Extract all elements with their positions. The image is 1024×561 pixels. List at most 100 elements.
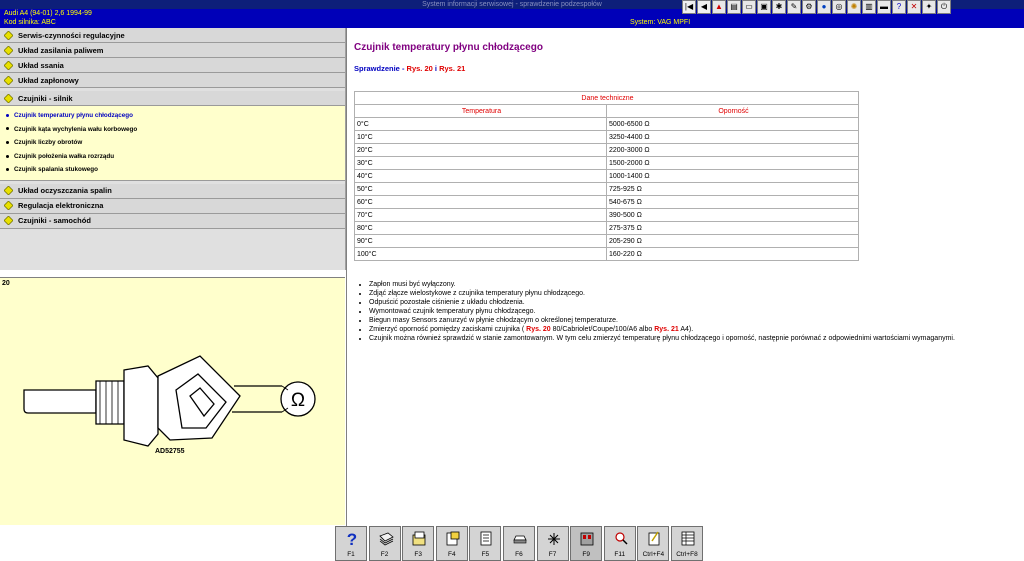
- f9-engine-button[interactable]: F9: [570, 526, 603, 561]
- category-bullet-icon: [4, 60, 13, 70]
- menu-category[interactable]: Czujniki - samochód: [0, 213, 345, 229]
- category-bullet-icon: [4, 186, 13, 196]
- figure-link-21[interactable]: Rys. 21: [439, 64, 465, 73]
- menu-category[interactable]: Układ oczyszczania spalin: [0, 183, 345, 199]
- note-icon: [648, 531, 660, 546]
- help-icon[interactable]: ?: [892, 0, 906, 14]
- list-icon: [480, 531, 492, 546]
- table-row: 10°C 3250-4400 Ω: [354, 130, 859, 144]
- engine-icon: [580, 532, 594, 546]
- bullet-icon: [6, 141, 9, 145]
- engine-code: Kod silnika: ABC: [4, 19, 56, 26]
- submenu-item-selected[interactable]: Czujnik temperatury płynu chłodzącego: [0, 109, 345, 123]
- menu-category[interactable]: Serwis-czynności regulacyjne: [0, 28, 345, 43]
- step-item: Odpuścić pozostałe ciśnienie z układu ch…: [369, 298, 1009, 307]
- step-item: Biegun masy Sensors zanurzyć w płynie ch…: [369, 316, 1009, 325]
- f5-list-button[interactable]: F5: [469, 526, 502, 561]
- table-row: 30°C 1500-2000 Ω: [354, 156, 859, 170]
- step-item: Wymontować czujnik temperatury płynu chł…: [369, 307, 1009, 316]
- f6-car-button[interactable]: F6: [502, 526, 535, 561]
- table-row: 80°C 275-375 Ω: [354, 221, 859, 235]
- submenu-item[interactable]: Czujnik liczby obrotów: [0, 136, 345, 150]
- print-icon[interactable]: ▥: [862, 0, 876, 14]
- step-item: Zapłon musi być wyłączony.: [369, 280, 1009, 289]
- menu-category[interactable]: Układ zasilania paliwem: [0, 43, 345, 58]
- car-icon[interactable]: ▭: [742, 0, 756, 14]
- submenu-item[interactable]: Czujnik kąta wychylenia wału korbowego: [0, 123, 345, 137]
- first-icon[interactable]: |◀: [682, 0, 696, 14]
- f7-tool-button[interactable]: F7: [536, 526, 569, 561]
- table-row: 60°C 540-675 Ω: [354, 195, 859, 209]
- spark-icon[interactable]: ✦: [922, 0, 936, 14]
- page-title: Czujnik temperatury płynu chłodzącego: [354, 42, 543, 53]
- document-icon: [446, 531, 460, 546]
- figure-panel: 20 Ω AD52755: [0, 277, 345, 525]
- step-item: Zmierzyć oporność pomiędzy zaciskami czu…: [369, 325, 1009, 334]
- table-row: 100°C 160-220 Ω: [354, 247, 859, 261]
- column-header-temperature: Temperatura: [354, 104, 607, 118]
- search-icon: [615, 532, 628, 545]
- submenu: Czujnik temperatury płynu chłodzącego Cz…: [0, 106, 345, 181]
- tech-data-table: Dane techniczne Temperatura Oporność 0°C 5…: [354, 91, 859, 261]
- help-icon: ?: [347, 530, 357, 547]
- step-item: Zdjąć złącze wielostykowe z czujnika tem…: [369, 289, 1009, 298]
- category-bullet-icon: [4, 201, 13, 211]
- bullet-icon: [6, 127, 9, 131]
- submenu-item[interactable]: Czujnik spalania stukowego: [0, 163, 345, 177]
- car-icon: [513, 535, 527, 544]
- ctrl-f4-note-button[interactable]: Ctrl+F4: [637, 526, 670, 561]
- table-row: 20°C 2200-3000 Ω: [354, 143, 859, 157]
- submenu-item[interactable]: Czujnik położenia wałka rozrządu: [0, 150, 345, 164]
- table-row: 0°C 5000-6500 Ω: [354, 117, 859, 131]
- menu-category[interactable]: Regulacja elektroniczna: [0, 198, 345, 214]
- function-key-bar: ? F1 F2 F3 F4 F5 F6 F7 F9 F11 Ctrl+F4 Ctr…: [0, 526, 1024, 561]
- table-title: Dane techniczne: [354, 91, 859, 105]
- f1-help-button[interactable]: ? F1: [335, 526, 367, 561]
- warning-icon[interactable]: ▲: [712, 0, 726, 14]
- wheel-icon[interactable]: ◎: [832, 0, 846, 14]
- figure-code: AD52755: [155, 448, 185, 455]
- wrench-icon[interactable]: ⚙: [802, 0, 816, 14]
- tool-icon[interactable]: ✎: [787, 0, 801, 14]
- category-bullet-icon: [4, 93, 13, 103]
- category-bullet-icon: [4, 75, 13, 85]
- f4-document-button[interactable]: F4: [435, 526, 468, 561]
- ctrl-f8-table-button[interactable]: Ctrl+F8: [670, 526, 703, 561]
- ohm-symbol: Ω: [291, 390, 305, 411]
- figure-link-20[interactable]: Rys. 20: [407, 64, 433, 73]
- prev-icon[interactable]: ◀: [697, 0, 711, 14]
- procedure-steps: Zapłon musi być wyłączony. Zdjąć złącze …: [359, 280, 1009, 343]
- menu-category[interactable]: Układ ssania: [0, 58, 345, 73]
- figure-link-20[interactable]: Rys. 20: [526, 326, 551, 333]
- book-icon[interactable]: ▤: [727, 0, 741, 14]
- f11-search-button[interactable]: F11: [603, 526, 636, 561]
- bullet-icon: [6, 168, 9, 172]
- figure-link-21[interactable]: Rys. 21: [654, 326, 679, 333]
- table-row: 90°C 205-290 Ω: [354, 234, 859, 248]
- toolbar: |◀ ◀ ▲ ▤ ▭ ▣ ✱ ✎ ⚙ ● ◎ ✺ ▥ ▬ ? ✕ ✦ ⏻: [682, 0, 952, 15]
- x-icon[interactable]: ✕: [907, 0, 921, 14]
- menu-category-expanded[interactable]: Czujniki - silnik: [0, 91, 345, 106]
- check-line: Sprawdzenie - Rys. 20 i Rys. 21: [354, 64, 466, 73]
- column-header-resistance: Oporność: [606, 104, 859, 118]
- light-icon[interactable]: ✺: [847, 0, 861, 14]
- svg-text:?: ?: [347, 530, 357, 547]
- system-label: System: VAG MPFI: [630, 19, 691, 26]
- step-item: Czujnik można również sprawdzić w stanie…: [369, 334, 1009, 343]
- bullet-icon: [6, 154, 9, 158]
- navigation-menu: Serwis-czynności regulacyjne Układ zasil…: [0, 28, 346, 270]
- engine-icon[interactable]: ▣: [757, 0, 771, 14]
- bullet-icon: [6, 113, 9, 117]
- f3-folder-button[interactable]: F3: [402, 526, 435, 561]
- drop-icon[interactable]: ●: [817, 0, 831, 14]
- category-bullet-icon: [4, 45, 13, 55]
- table-icon: [681, 531, 695, 546]
- book-icon: [378, 532, 394, 546]
- content-pane: Czujnik temperatury płynu chłodzącego Sp…: [346, 28, 1024, 526]
- f2-book-button[interactable]: F2: [368, 526, 401, 561]
- car2-icon[interactable]: ▬: [877, 0, 891, 14]
- menu-category[interactable]: Układ zapłonowy: [0, 73, 345, 88]
- exit-icon[interactable]: ⏻: [937, 0, 951, 14]
- gear-icon[interactable]: ✱: [772, 0, 786, 14]
- table-row: 50°C 725-925 Ω: [354, 182, 859, 196]
